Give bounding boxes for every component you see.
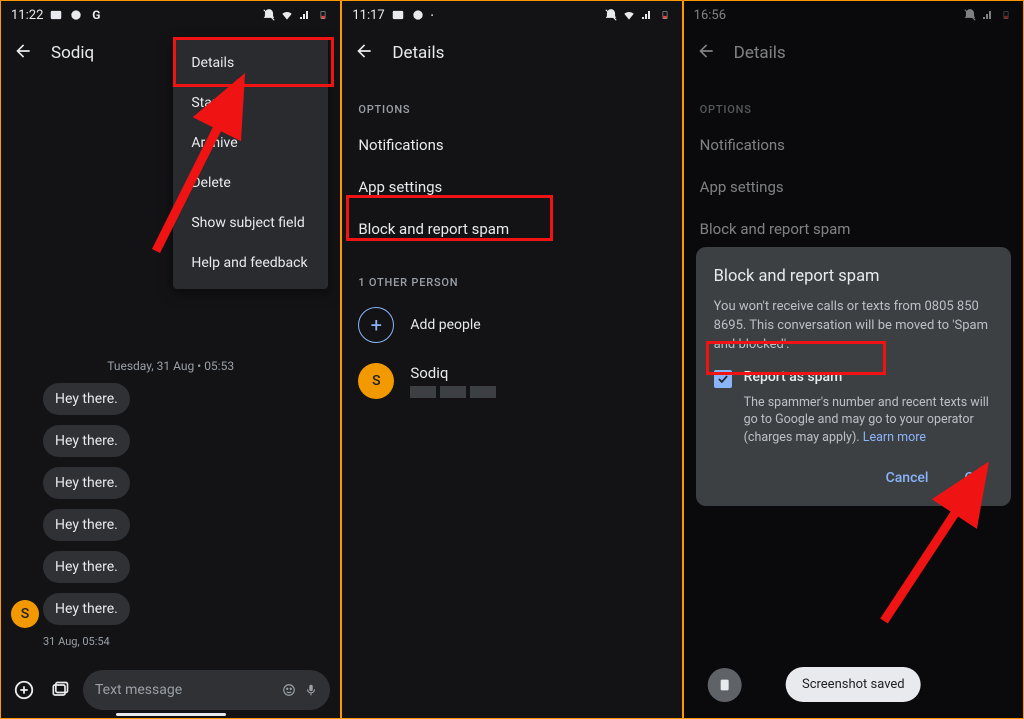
back-button[interactable] [354,41,374,65]
date-header: Tuesday, 31 Aug • 05:53 [11,359,330,373]
cancel-button[interactable]: Cancel [882,462,933,494]
message-bubble[interactable]: Hey there. [43,593,130,625]
message-list[interactable]: Tuesday, 31 Aug • 05:53 Hey there. Hey t… [1,359,340,648]
back-button[interactable] [13,41,33,65]
input-placeholder: Text message [95,682,274,698]
message-bubble[interactable]: Hey there. [43,467,130,499]
section-other-label: 1 OTHER PERSON [342,250,681,297]
message-bubble[interactable]: Hey there. [43,425,130,457]
person-row[interactable]: S Sodiq [342,353,681,409]
picture-icon [391,8,405,22]
dnd-icon [262,8,276,22]
whatsapp-icon [411,8,425,22]
menu-subject[interactable]: Show subject field [173,203,328,243]
gallery-button[interactable] [47,677,73,703]
overflow-menu: Details Starred Archive Delete Show subj… [173,37,328,289]
compose-bar: Text message [1,670,340,710]
mic-icon[interactable] [304,683,318,697]
conversation-title: Sodiq [51,43,94,63]
dialog-title: Block and report spam [714,267,993,286]
wifi-icon [280,8,294,22]
message-timestamp: 31 Aug, 05:54 [43,635,330,648]
block-spam-dialog: Block and report spam You won't receive … [696,247,1011,506]
add-people-label: Add people [410,317,480,333]
screenshot-saved-chip[interactable]: Screenshot saved [786,667,921,702]
whatsapp-icon [69,8,83,22]
dot-icon: • [431,11,434,20]
add-button[interactable] [11,677,37,703]
battery-icon [658,8,672,22]
status-time: 11:22 [11,8,43,23]
add-people-row[interactable]: + Add people [342,297,681,353]
learn-more-link[interactable]: Learn more [863,430,926,445]
person-avatar: S [358,363,394,399]
message-bubble[interactable]: Hey there. [43,551,130,583]
page-title: Details [392,43,444,63]
section-options-label: OPTIONS [342,77,681,124]
app-bar: Details [342,29,681,77]
report-spam-row[interactable]: Report as spam [714,369,993,388]
menu-archive[interactable]: Archive [173,123,328,163]
redacted-number [410,386,496,398]
battery-icon [316,8,330,22]
message-bubble[interactable]: Hey there. [43,383,130,415]
status-bar: 11:22 G [1,1,340,29]
signal-icon [640,8,654,22]
panel-3-dialog: 16:56 Details OPTIONS Notifications App … [684,1,1023,718]
status-bar: 11:17 • [342,1,681,29]
emoji-icon[interactable] [282,683,296,697]
wifi-icon [622,8,636,22]
google-icon: G [89,8,103,22]
picture-icon [49,8,63,22]
sender-avatar[interactable]: S [11,600,39,628]
person-name: Sodiq [410,364,496,382]
panel-1-messages: 11:22 G Sodiq Details Starred Archive De… [1,1,340,718]
nav-indicator [116,713,226,716]
message-bubble[interactable]: Hey there. [43,509,130,541]
dialog-body: You won't receive calls or texts from 08… [714,298,993,355]
option-block-spam[interactable]: Block and report spam [342,208,681,250]
report-spam-label: Report as spam [744,369,843,385]
ok-button[interactable]: OK [960,462,987,494]
screenshot-saved-label: Screenshot saved [802,677,905,692]
status-time: 11:17 [352,8,384,23]
menu-details[interactable]: Details [173,43,328,83]
report-spam-checkbox[interactable] [714,370,732,388]
dnd-icon [604,8,618,22]
screenshot-thumbnail[interactable] [708,668,742,702]
option-app-settings[interactable]: App settings [342,166,681,208]
menu-starred[interactable]: Starred [173,83,328,123]
signal-icon [298,8,312,22]
message-input[interactable]: Text message [83,670,330,710]
panel-2-details: 11:17 • Details OPTIONS Notifications Ap… [342,1,681,718]
report-spam-subtext: The spammer's number and recent texts wi… [744,394,993,447]
menu-delete[interactable]: Delete [173,163,328,203]
add-icon: + [358,307,394,343]
option-notifications[interactable]: Notifications [342,124,681,166]
menu-help[interactable]: Help and feedback [173,243,328,283]
